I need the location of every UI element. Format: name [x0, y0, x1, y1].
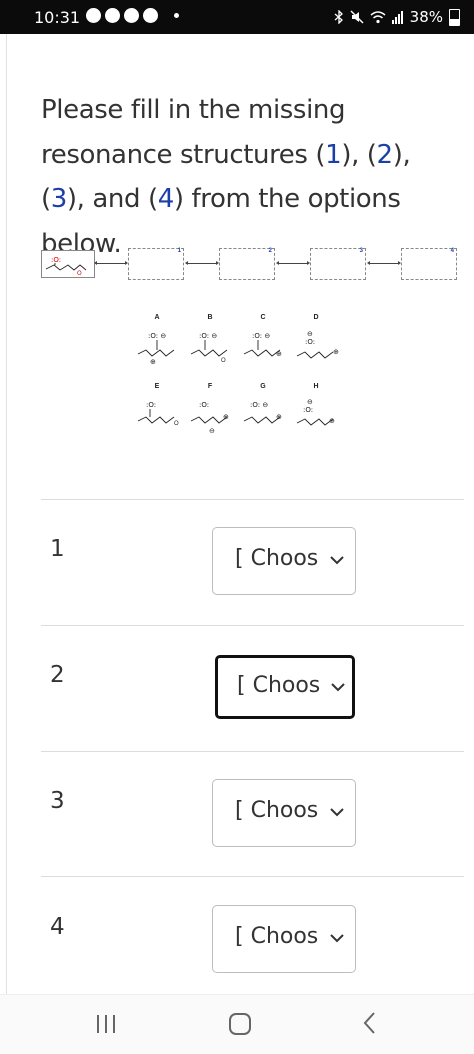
- answer-dropdown-2[interactable]: [ Choose ]: [215, 655, 355, 719]
- svg-text::O: ⊖: :O: ⊖: [250, 401, 268, 409]
- row-divider: [41, 499, 464, 500]
- mute-icon: [350, 10, 364, 24]
- svg-text:⊕: ⊕: [329, 418, 335, 425]
- ref-number-4: 4: [157, 184, 175, 214]
- starting-structure: :O: O: [41, 250, 95, 278]
- messenger-icon: [124, 8, 139, 23]
- svg-text::O: ⊖: :O: ⊖: [252, 332, 270, 340]
- option-structure-d: D ⊖:O: ⊕: [289, 314, 343, 366]
- answer-dropdown-4[interactable]: [ Choose ]: [212, 905, 356, 973]
- battery-percent: 38%: [409, 8, 443, 26]
- blank-structure-1: 1: [128, 248, 184, 280]
- option-structure-c: C :O: ⊖ ⊕: [236, 314, 290, 366]
- resonance-scheme-image: :O: O 1 2 3 4 A :O: ⊖ ⊕ B :O: ⊖ O C :O: ⊖ ⊕…: [0, 240, 474, 440]
- svg-text:⊕: ⊕: [276, 351, 282, 358]
- svg-text::O:: :O:: [303, 406, 313, 414]
- svg-text:⊕: ⊕: [223, 414, 229, 421]
- recent-apps-icon[interactable]: [97, 1015, 117, 1033]
- resonance-arrow: [94, 261, 128, 265]
- svg-text:⊕: ⊕: [276, 414, 282, 421]
- svg-text::O:: :O:: [305, 338, 315, 346]
- back-icon[interactable]: [362, 1011, 378, 1035]
- svg-text:O: O: [174, 421, 179, 427]
- chevron-down-icon: [330, 556, 344, 565]
- resonance-arrow: [367, 261, 401, 265]
- resonance-arrow: [185, 261, 219, 265]
- whatsapp-icon: [86, 8, 101, 23]
- svg-text:⊖: ⊖: [209, 428, 215, 435]
- blank-structure-3: 3: [310, 248, 366, 280]
- ref-number-2: 2: [376, 139, 394, 170]
- answer-label-4: 4: [50, 914, 65, 940]
- option-structure-g: G :O: ⊖ ⊕: [236, 383, 290, 435]
- notification-icons: [86, 8, 158, 23]
- svg-text:O: O: [221, 358, 226, 364]
- navigation-bar: [0, 994, 474, 1054]
- system-icons: 38%: [334, 8, 460, 26]
- blank-structure-2: 2: [219, 248, 275, 280]
- bluetooth-icon: [334, 10, 343, 24]
- status-bar: 10:31 38%: [0, 0, 474, 34]
- row-divider: [41, 876, 464, 877]
- resonance-arrow: [276, 261, 310, 265]
- svg-text::O:: :O:: [51, 256, 61, 264]
- signal-icon: [391, 11, 403, 24]
- status-time: 10:31: [34, 8, 81, 27]
- chevron-down-icon: [330, 934, 344, 943]
- svg-text::O:: :O:: [199, 401, 209, 409]
- row-divider: [41, 625, 464, 626]
- ref-number-1: 1: [325, 139, 342, 170]
- blank-structure-4: 4: [401, 248, 457, 280]
- messenger-icon: [105, 8, 120, 23]
- content-border: [6, 34, 7, 994]
- more-notifications-dot-icon: [174, 13, 179, 18]
- answer-label-2: 2: [50, 662, 65, 688]
- svg-text::O:: :O:: [146, 401, 156, 409]
- svg-text:⊕: ⊕: [333, 349, 339, 356]
- option-structure-f: F :O: ⊖ ⊕: [183, 383, 237, 435]
- answer-label-3: 3: [50, 788, 65, 814]
- messenger-icon: [143, 8, 158, 23]
- svg-text:⊖: ⊖: [307, 330, 313, 338]
- option-structure-a: A :O: ⊖ ⊕: [130, 314, 184, 366]
- option-structure-h: H ⊖:O: ⊕: [289, 383, 343, 435]
- svg-text:⊕: ⊕: [150, 359, 156, 366]
- answer-dropdown-3[interactable]: [ Choose ]: [212, 779, 356, 847]
- wifi-icon: [370, 11, 386, 24]
- svg-text::O: ⊖: :O: ⊖: [148, 332, 166, 340]
- answer-dropdown-1[interactable]: [ Choose ]: [212, 527, 356, 595]
- svg-text::O: ⊖: :O: ⊖: [199, 332, 217, 340]
- answer-label-1: 1: [50, 536, 65, 562]
- chevron-down-icon: [330, 808, 344, 817]
- row-divider: [41, 751, 464, 752]
- svg-text:⊖: ⊖: [307, 398, 313, 406]
- option-structure-e: E :O: O: [130, 383, 184, 435]
- home-icon[interactable]: [229, 1013, 251, 1035]
- ref-number-3: 3: [50, 184, 68, 214]
- option-structure-b: B :O: ⊖ O: [183, 314, 237, 366]
- svg-text:O: O: [77, 270, 82, 277]
- chevron-down-icon: [331, 683, 345, 692]
- battery-icon: [449, 8, 460, 26]
